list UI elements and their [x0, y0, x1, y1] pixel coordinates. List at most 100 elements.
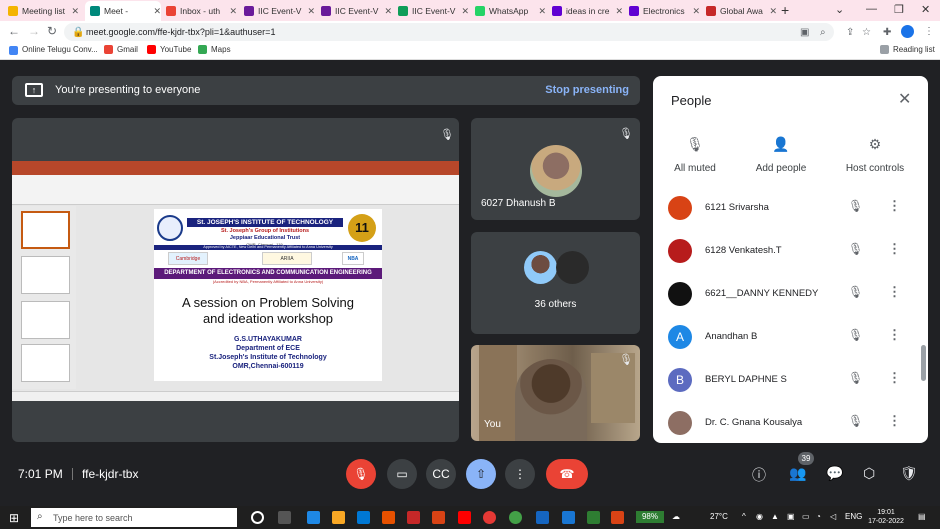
close-tab-icon[interactable]: ✕ [538, 6, 546, 17]
slide-thumbnail[interactable] [21, 256, 70, 294]
taskbar-clock[interactable]: 19:01 17-02-2022 [867, 508, 905, 526]
close-tab-icon[interactable]: ✕ [229, 6, 237, 17]
profile-avatar[interactable] [901, 25, 914, 38]
opera-icon[interactable] [483, 511, 496, 524]
weather-icon[interactable]: ☁ [672, 512, 680, 521]
mic-toggle-button[interactable]: 🎙 [346, 459, 376, 489]
bookmark-star-icon[interactable]: ☆ [862, 27, 871, 38]
self-video-tile[interactable]: 🎙 You [471, 345, 640, 441]
forward-icon[interactable]: → [28, 24, 40, 38]
slide-thumbnail[interactable] [21, 211, 70, 249]
participant-row[interactable]: 6621__DANNY KENNEDY 🎙 ⋮ [653, 272, 928, 315]
taskbar-search-input[interactable]: ⌕ Type here to search [31, 508, 237, 527]
tray-expand-icon[interactable]: ^ [742, 512, 746, 521]
host-controls-icon[interactable]: 🛡 [900, 465, 918, 482]
share-icon[interactable]: ⇪ [846, 27, 854, 38]
app-icon[interactable] [382, 511, 395, 524]
captions-button[interactable]: CC [426, 459, 456, 489]
browser-tab[interactable]: Meeting list ✕ [3, 1, 79, 21]
minimize-button[interactable]: — [866, 3, 877, 15]
more-options-button[interactable]: ⋮ [505, 459, 535, 489]
youtube-icon[interactable] [458, 511, 471, 524]
mic-off-icon[interactable]: 🎙 [848, 199, 863, 213]
people-scrollbar[interactable] [921, 345, 926, 381]
slide-thumbnail[interactable] [21, 344, 70, 382]
app-icon[interactable] [307, 511, 320, 524]
more-options-icon[interactable]: ⋮ [888, 241, 901, 257]
people-icon[interactable]: 👥 [789, 465, 806, 482]
store-icon[interactable] [357, 511, 370, 524]
mic-off-icon[interactable]: 🎙 [848, 328, 863, 342]
mic-off-icon[interactable]: 🎙 [848, 242, 863, 256]
participant-tile-dhanush[interactable]: 🎙 6027 Dhanush B [471, 118, 640, 220]
maximize-button[interactable]: ❐ [894, 3, 904, 16]
host-controls-button[interactable]: ⚙ Host controls [835, 136, 915, 174]
close-window-button[interactable]: ✕ [921, 3, 930, 16]
all-muted-button[interactable]: 🎙 All muted [655, 136, 735, 174]
bookmark-youtube[interactable]: YouTube [147, 45, 191, 54]
more-options-icon[interactable]: ⋮ [888, 370, 901, 386]
browser-tab[interactable]: Electronics ✕ [624, 1, 700, 21]
volume-icon[interactable]: ◁ [830, 512, 836, 521]
excel-icon[interactable] [587, 511, 600, 524]
bookmark-maps[interactable]: Maps [198, 45, 231, 54]
close-tab-icon[interactable]: ✕ [307, 6, 315, 17]
file-explorer-icon[interactable] [332, 511, 345, 524]
chat-icon[interactable]: 💬 [826, 465, 843, 482]
task-view-icon[interactable] [278, 511, 291, 524]
more-options-icon[interactable]: ⋮ [888, 198, 901, 214]
camera-in-use-icon[interactable]: ▣ [800, 27, 809, 38]
notifications-icon[interactable]: ▤ [918, 512, 926, 521]
powerpoint-icon[interactable] [611, 511, 624, 524]
mic-off-icon[interactable]: 🎙 [848, 414, 863, 428]
participant-row[interactable]: B BERYL DAPHNE S 🎙 ⋮ [653, 358, 928, 401]
browser-tab[interactable]: IIC Event-V ✕ [393, 1, 469, 21]
leave-call-button[interactable]: ☎ [546, 459, 588, 489]
windows-start-icon[interactable]: ⊞ [9, 511, 19, 525]
new-tab-button[interactable]: + [781, 2, 789, 18]
app-icon[interactable] [407, 511, 420, 524]
browser-tab[interactable]: WhatsApp ✕ [470, 1, 546, 21]
browser-tab[interactable]: IIC Event-V ✕ [239, 1, 315, 21]
url-input[interactable]: 🔒 meet.google.com/ffe-kjdr-tbx?pli=1&aut… [64, 23, 834, 41]
tray-app-icon[interactable]: ▣ [787, 512, 795, 521]
office-icon[interactable] [432, 511, 445, 524]
bookmark-gmail[interactable]: Gmail [104, 45, 138, 54]
close-tab-icon[interactable]: ✕ [769, 6, 777, 17]
meeting-details-icon[interactable]: ⓘ [752, 465, 766, 485]
participant-row[interactable]: A Anandhan B 🎙 ⋮ [653, 315, 928, 358]
present-button[interactable]: ⇧ [466, 459, 496, 489]
language-indicator[interactable]: ENG [845, 512, 862, 521]
close-tab-icon[interactable]: ✕ [384, 6, 392, 17]
wifi-icon[interactable]: ◔ [816, 512, 821, 521]
participant-tile-others[interactable]: 36 others [471, 232, 640, 334]
battery-icon[interactable]: ▭ [802, 512, 810, 521]
back-icon[interactable]: ← [8, 24, 20, 38]
add-people-button[interactable]: 👤 Add people [741, 136, 821, 174]
browser-tab[interactable]: ideas in cre ✕ [547, 1, 623, 21]
close-icon[interactable]: ✕ [898, 89, 911, 109]
battery-indicator[interactable]: 98% [636, 511, 664, 523]
mic-off-icon[interactable]: 🎙 [848, 371, 863, 385]
chrome-icon[interactable] [509, 511, 522, 524]
app-icon[interactable] [536, 511, 549, 524]
word-icon[interactable] [562, 511, 575, 524]
close-tab-icon[interactable]: ✕ [615, 6, 623, 17]
tab-search-icon[interactable]: ⌄ [835, 3, 844, 16]
browser-tab[interactable]: Inbox - uth ✕ [161, 1, 237, 21]
close-tab-icon[interactable]: ✕ [461, 6, 469, 17]
zoom-icon[interactable]: ⌕ [820, 27, 826, 38]
close-tab-icon[interactable]: ✕ [692, 6, 700, 17]
tray-app-icon[interactable]: ◉ [756, 512, 763, 521]
browser-tab[interactable]: Meet - ✕ [85, 1, 161, 21]
browser-tab[interactable]: IIC Event-V ✕ [316, 1, 392, 21]
menu-kebab-icon[interactable]: ⋮ [924, 26, 934, 37]
extensions-icon[interactable]: ✚ [883, 27, 891, 38]
more-options-icon[interactable]: ⋮ [888, 413, 901, 429]
activities-icon[interactable]: ⬡ [863, 465, 875, 482]
participant-row[interactable]: Dr. C. Gnana Kousalya 🎙 ⋮ [653, 401, 928, 443]
more-options-icon[interactable]: ⋮ [888, 327, 901, 343]
reading-list-button[interactable]: Reading list [880, 45, 935, 54]
stop-presenting-button[interactable]: Stop presenting [545, 84, 629, 96]
tray-app-icon[interactable]: ▲ [771, 512, 779, 521]
